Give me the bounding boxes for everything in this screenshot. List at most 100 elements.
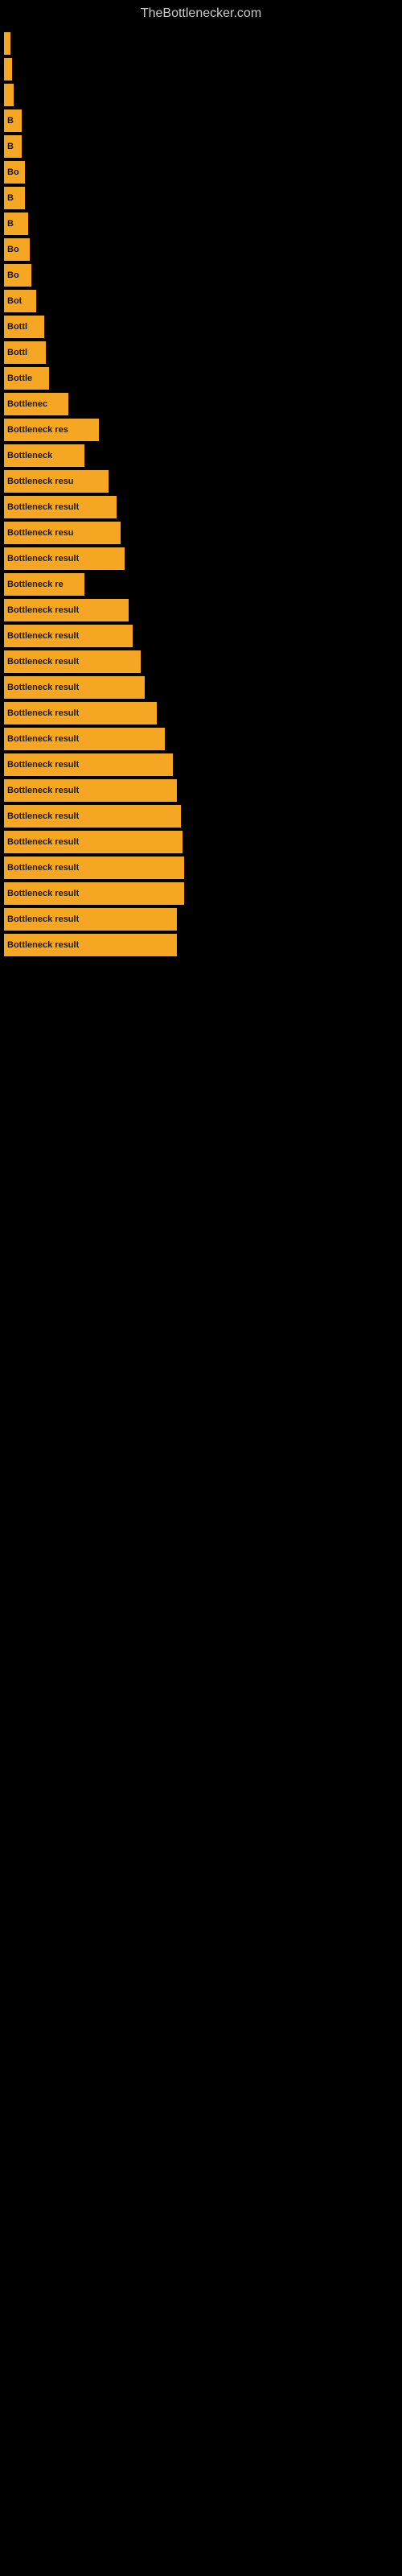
bar-item: Bottleneck result [4, 908, 177, 931]
bar-item: Bottleneck result [4, 650, 141, 673]
bar-label: Bottleneck result [7, 554, 79, 564]
bar-label: Bottleneck [7, 451, 52, 460]
bar-row: Bottleneck result [4, 676, 402, 699]
bar-row: Bottleneck result [4, 779, 402, 802]
bar-row: Bottleneck result [4, 805, 402, 828]
bar-row: Bottleneck resu [4, 522, 402, 544]
bar-label: B [7, 193, 14, 203]
bar-item [4, 84, 14, 106]
bar-label: Bottleneck result [7, 605, 79, 615]
bar-item: Bottlenec [4, 393, 68, 415]
bar-label: B [7, 142, 14, 151]
bar-label: Bottl [7, 322, 27, 332]
bar-item: B [4, 187, 25, 209]
bar-row [4, 58, 402, 80]
bar-item: Bottleneck result [4, 882, 184, 905]
bar-label: Bottleneck result [7, 889, 79, 898]
bar-item: Bottleneck res [4, 419, 99, 441]
bar-row: Bottleneck result [4, 702, 402, 724]
bar-item: Bottleneck result [4, 934, 177, 956]
bar-row: Bottleneck resu [4, 470, 402, 493]
bar-item: Bottleneck result [4, 753, 173, 776]
bar-row: Bo [4, 238, 402, 261]
bar-label: Bot [7, 296, 22, 306]
bar-item: B [4, 135, 22, 158]
bar-label: Bottleneck resu [7, 477, 74, 486]
bar-row: Bottl [4, 341, 402, 364]
bar-label: Bottleneck result [7, 811, 79, 821]
bar-label: Bottleneck result [7, 940, 79, 950]
bar-item: B [4, 213, 28, 235]
bar-row: Bottleneck result [4, 547, 402, 570]
bar-row: Bottleneck result [4, 625, 402, 647]
bar-row: Bottleneck re [4, 573, 402, 596]
bar-item: Bottleneck result [4, 805, 181, 828]
bar-item: Bottleneck result [4, 779, 177, 802]
bar-label: B [7, 116, 14, 126]
bar-row: Bottle [4, 367, 402, 390]
bar-row: Bottl [4, 316, 402, 338]
bar-label: Bottl [7, 348, 27, 357]
bar-label: Bottleneck result [7, 734, 79, 744]
bar-item: Bot [4, 290, 36, 312]
bar-item: Bottleneck re [4, 573, 84, 596]
bar-label: Bo [7, 270, 19, 280]
bar-label: Bottleneck result [7, 657, 79, 667]
bar-item: Bottleneck result [4, 547, 125, 570]
bar-item: Bottleneck resu [4, 522, 121, 544]
bar-label: Bottleneck resu [7, 528, 74, 538]
bar-label: Bo [7, 245, 19, 254]
bar-row: Bottleneck result [4, 599, 402, 621]
bar-item: Bottleneck result [4, 857, 184, 879]
bar-label: Bottleneck result [7, 760, 79, 770]
bar-label: Bottle [7, 374, 32, 383]
bar-label: Bottleneck re [7, 580, 64, 589]
bar-label: Bo [7, 167, 19, 177]
bar-item: Bo [4, 161, 25, 184]
bar-row: Bottleneck result [4, 908, 402, 931]
bar-row: Bottleneck res [4, 419, 402, 441]
bar-item: Bottleneck result [4, 676, 145, 699]
bar-item: Bottleneck resu [4, 470, 109, 493]
bar-label: Bottleneck result [7, 631, 79, 641]
bar-label: Bottleneck result [7, 786, 79, 795]
bar-item [4, 58, 12, 80]
bar-label: Bottleneck result [7, 683, 79, 692]
bar-label: Bottleneck res [7, 425, 68, 435]
bar-row: Bottleneck result [4, 728, 402, 750]
bar-item: Bo [4, 238, 30, 261]
bar-item: Bottle [4, 367, 49, 390]
bar-item: Bottleneck [4, 444, 84, 467]
bar-row: Bottleneck result [4, 934, 402, 956]
bar-row: Bottleneck result [4, 857, 402, 879]
bar-label: Bottleneck result [7, 837, 79, 847]
bar-label: Bottleneck result [7, 914, 79, 924]
bar-item [4, 32, 10, 55]
bar-item: Bottleneck result [4, 702, 157, 724]
bar-item: Bottl [4, 316, 44, 338]
bar-item: Bottleneck result [4, 728, 165, 750]
bars-container: BBBoBBBoBoBotBottlBottlBottleBottlenecBo… [0, 24, 402, 960]
bar-label: Bottleneck result [7, 502, 79, 512]
bar-item: Bottl [4, 341, 46, 364]
bar-item: Bottleneck result [4, 625, 133, 647]
bar-row: Bottlenec [4, 393, 402, 415]
bar-row: Bottleneck result [4, 650, 402, 673]
bar-label: Bottlenec [7, 399, 47, 409]
bar-row: B [4, 187, 402, 209]
bar-row: B [4, 213, 402, 235]
bar-row: Bo [4, 161, 402, 184]
site-title: TheBottlenecker.com [0, 0, 402, 24]
bar-row: Bottleneck [4, 444, 402, 467]
bar-item: Bottleneck result [4, 599, 129, 621]
bar-row: B [4, 135, 402, 158]
bar-row: Bot [4, 290, 402, 312]
bar-row: B [4, 109, 402, 132]
bar-row [4, 32, 402, 55]
bar-row: Bottleneck result [4, 831, 402, 853]
bar-item: Bottleneck result [4, 831, 183, 853]
bar-row: Bottleneck result [4, 496, 402, 518]
bar-row: Bottleneck result [4, 882, 402, 905]
bar-row [4, 84, 402, 106]
bar-item: Bottleneck result [4, 496, 117, 518]
